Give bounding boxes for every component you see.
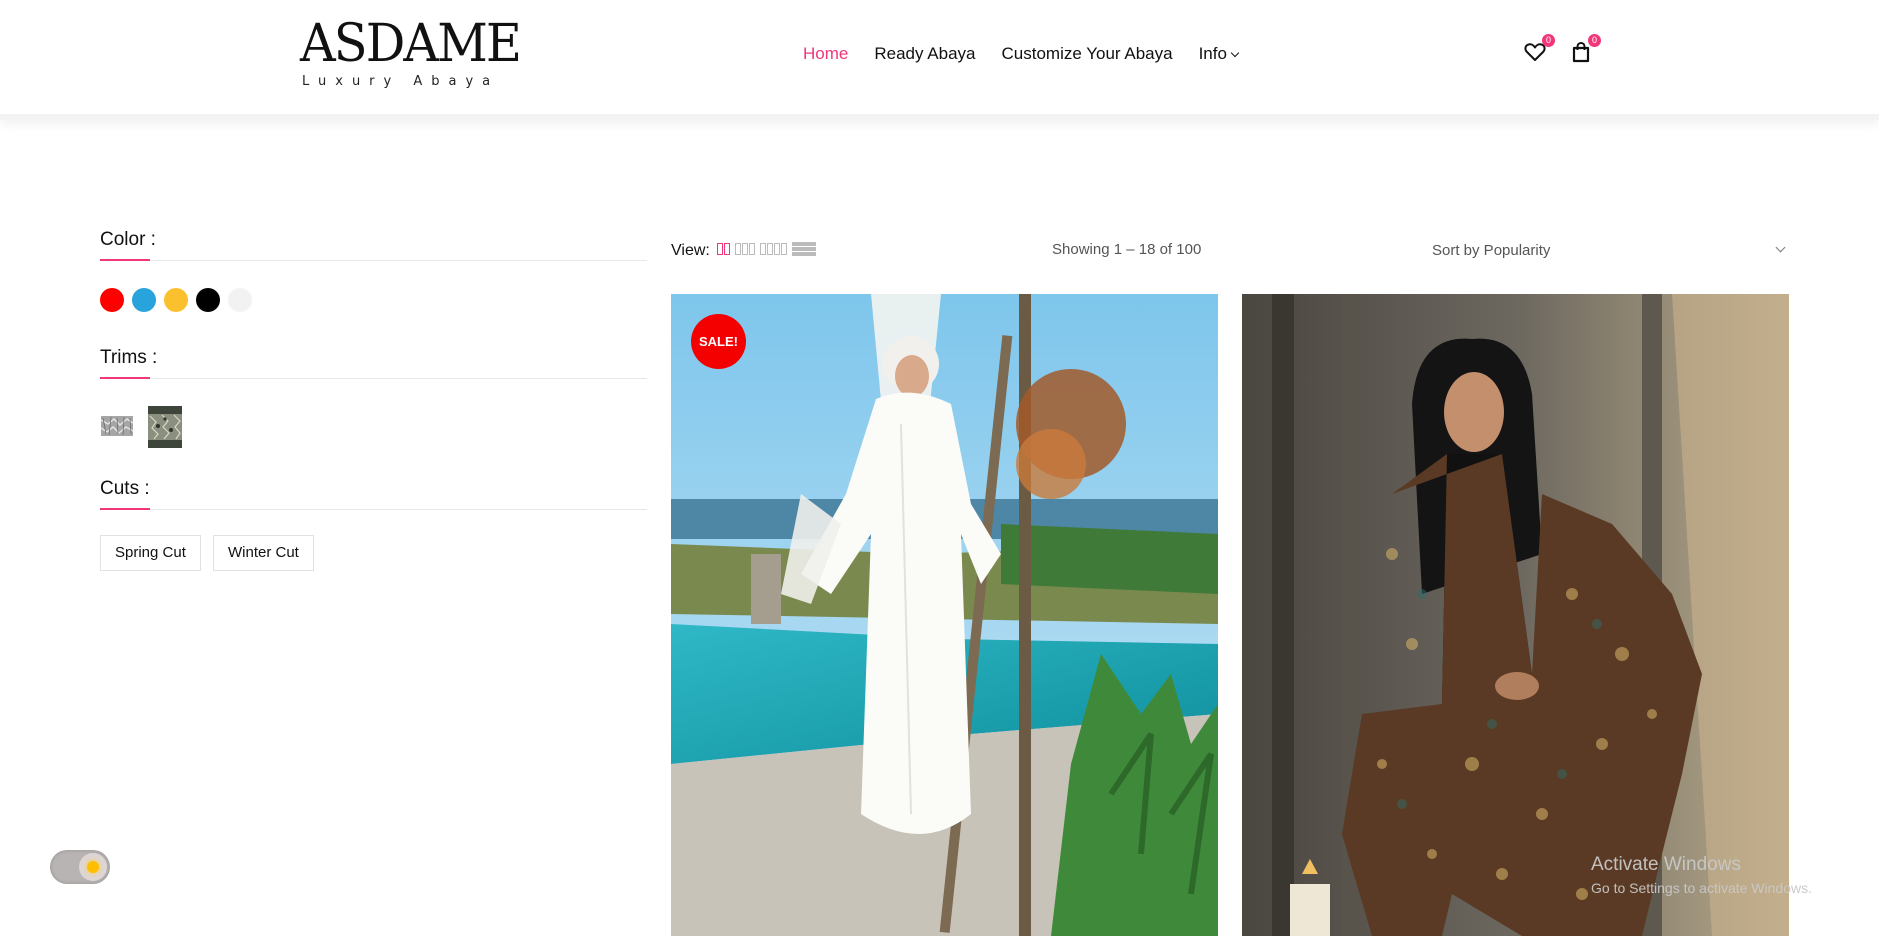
divider bbox=[100, 378, 647, 379]
color-filter-title: Color : bbox=[100, 229, 156, 250]
color-swatch-yellow[interactable] bbox=[164, 288, 188, 312]
logo-main-text: ASDAME bbox=[300, 14, 522, 74]
divider bbox=[100, 260, 647, 261]
cut-option-winter[interactable]: Winter Cut bbox=[213, 535, 314, 571]
product-image bbox=[1242, 294, 1789, 936]
sort-select-value: Sort by Popularity bbox=[1432, 242, 1551, 259]
color-swatch-white[interactable] bbox=[228, 288, 252, 312]
wishlist-button[interactable]: 0 bbox=[1523, 34, 1555, 64]
color-swatch-black[interactable] bbox=[196, 288, 220, 312]
cut-option-spring[interactable]: Spring Cut bbox=[100, 535, 201, 571]
view-3-columns-button[interactable] bbox=[735, 243, 755, 255]
product-card[interactable]: SALE! bbox=[671, 294, 1218, 936]
nav-info[interactable]: Info bbox=[1198, 44, 1240, 64]
view-options bbox=[717, 242, 816, 256]
divider bbox=[100, 509, 647, 510]
nav-ready-abaya[interactable]: Ready Abaya bbox=[874, 44, 975, 64]
cuts-filter-title: Cuts : bbox=[100, 478, 150, 499]
trim-swatch-silver-lace[interactable] bbox=[100, 406, 134, 448]
site-logo[interactable]: ASDAME Luxury Abaya bbox=[300, 14, 522, 96]
sort-select[interactable]: Sort by Popularity bbox=[1432, 242, 1787, 259]
cart-count-badge: 0 bbox=[1588, 34, 1601, 47]
site-header: ASDAME Luxury Abaya Home Ready Abaya Cus… bbox=[0, 0, 1879, 120]
trim-swatch-embroidered[interactable] bbox=[148, 406, 182, 448]
view-4-columns-button[interactable] bbox=[760, 243, 787, 255]
theme-toggle[interactable] bbox=[50, 850, 110, 884]
color-swatch-red[interactable] bbox=[100, 288, 124, 312]
logo-sub-text: Luxury Abaya bbox=[302, 74, 500, 89]
results-count: Showing 1 – 18 of 100 bbox=[1052, 241, 1202, 258]
title-accent-underline bbox=[100, 508, 150, 510]
toggle-knob bbox=[79, 853, 107, 881]
title-accent-underline bbox=[100, 259, 150, 261]
view-label: View: bbox=[671, 242, 710, 259]
title-accent-underline bbox=[100, 377, 150, 379]
main-nav: Home Ready Abaya Customize Your Abaya In… bbox=[803, 44, 1240, 64]
nav-info-label: Info bbox=[1198, 44, 1227, 63]
activate-windows-watermark: Activate Windows Go to Settings to activ… bbox=[1591, 854, 1812, 896]
color-swatch-blue[interactable] bbox=[132, 288, 156, 312]
shop-toolbar: View: Showing 1 – 18 of 100 Sort by Popu… bbox=[671, 238, 1789, 262]
product-image bbox=[671, 294, 1218, 936]
chevron-down-icon bbox=[1230, 48, 1240, 58]
view-list-button[interactable] bbox=[792, 242, 816, 256]
watermark-subtitle: Go to Settings to activate Windows. bbox=[1591, 880, 1812, 896]
nav-customize-abaya[interactable]: Customize Your Abaya bbox=[1002, 44, 1173, 64]
chevron-down-icon bbox=[1775, 242, 1786, 253]
sale-badge: SALE! bbox=[691, 314, 746, 369]
trims-filter-title: Trims : bbox=[100, 347, 158, 368]
nav-home[interactable]: Home bbox=[803, 44, 848, 64]
product-card[interactable] bbox=[1242, 294, 1789, 936]
view-2-columns-button[interactable] bbox=[717, 243, 730, 255]
cart-button[interactable]: 0 bbox=[1569, 34, 1601, 64]
wishlist-count-badge: 0 bbox=[1542, 34, 1555, 47]
header-icons: 0 0 bbox=[1523, 34, 1601, 64]
watermark-title: Activate Windows bbox=[1591, 854, 1741, 875]
sun-icon bbox=[87, 861, 99, 873]
